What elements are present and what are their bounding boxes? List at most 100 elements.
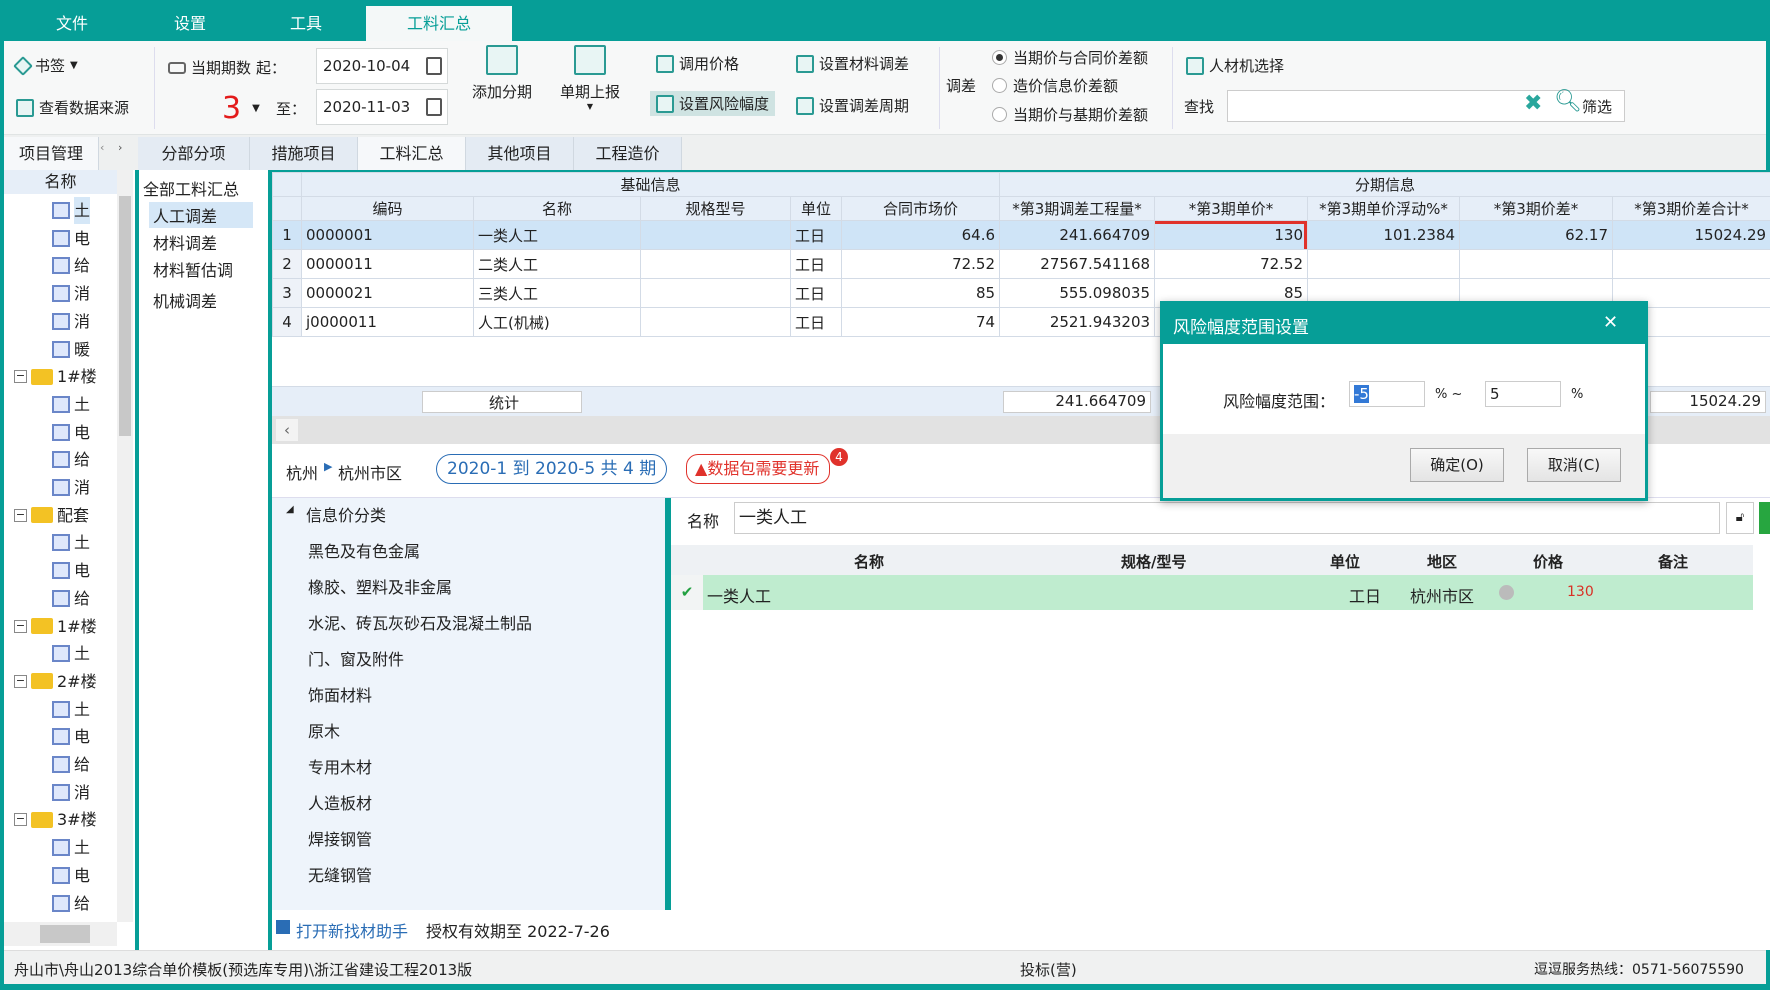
calendar-icon[interactable] — [426, 98, 442, 116]
tree-item[interactable]: 电 — [52, 723, 90, 750]
tree-item[interactable]: 电 — [52, 557, 90, 584]
search-icon[interactable]: 🔍︎ — [1554, 89, 1582, 114]
table-cell[interactable]: 74 — [840, 307, 1001, 337]
tree-item[interactable]: 消 — [52, 308, 90, 335]
tree-vertical-scrollbar[interactable] — [117, 170, 133, 922]
table-cell[interactable]: 工日 — [790, 220, 842, 250]
city-link[interactable]: 杭州市区 — [338, 460, 402, 484]
table-cell[interactable]: 3 — [272, 278, 302, 308]
menu-tab-tools[interactable]: 工具 — [246, 6, 366, 41]
end-date-input[interactable]: 2020-11-03 — [316, 89, 448, 125]
tree-item[interactable]: 电 — [52, 225, 90, 252]
price-row[interactable]: ✔ 一类人工 工日 杭州市区 130 — [671, 575, 1753, 610]
scroll-left-icon[interactable]: ‹ — [276, 419, 298, 441]
tree-item[interactable]: 土 — [52, 834, 90, 861]
tree-item[interactable]: 土 — [52, 696, 90, 723]
table-cell[interactable]: 241.664709 — [999, 220, 1156, 250]
category-item[interactable]: 门、窗及附件 — [308, 646, 404, 670]
collapse-icon[interactable]: − — [14, 508, 27, 522]
category-item[interactable]: 专用木材 — [308, 754, 372, 778]
tree-horizontal-scrollbar[interactable] — [4, 922, 117, 946]
tree-item[interactable]: 土 — [52, 640, 90, 667]
table-cell[interactable]: 一类人工 — [473, 220, 641, 250]
chevron-left-icon[interactable]: ‹ — [100, 141, 104, 154]
tree-folder[interactable]: − 2#楼 — [14, 668, 97, 695]
set-material-adjust-button[interactable]: 设置材料调差 — [796, 53, 909, 74]
table-cell[interactable]: 三类人工 — [473, 278, 641, 308]
view-data-source-button[interactable]: 查看数据来源 — [16, 97, 129, 118]
set-risk-range-button[interactable]: 设置风险幅度 — [650, 91, 776, 116]
table-cell[interactable] — [640, 278, 791, 308]
column-header[interactable]: *第3期价差合计* — [1612, 196, 1770, 221]
name-input[interactable]: 一类人工 — [734, 502, 1720, 534]
category-root[interactable]: 信息价分类 — [306, 502, 386, 526]
bookmark-button[interactable]: 书签 ▼ — [13, 55, 78, 76]
menu-tab-material-summary[interactable]: 工料汇总 — [366, 6, 512, 41]
table-cell[interactable]: 工日 — [790, 278, 842, 308]
tree-item[interactable]: 给 — [52, 446, 90, 473]
column-header[interactable]: *第3期单价* — [1154, 196, 1309, 221]
tree-folder[interactable]: − 3#楼 — [14, 806, 97, 833]
tree-item[interactable]: 电 — [52, 862, 90, 889]
category-item[interactable]: 水泥、砖瓦灰砂石及混凝土制品 — [308, 610, 532, 634]
tree-item[interactable]: 土 — [52, 529, 90, 556]
summary-item[interactable]: 机械调差 — [149, 287, 253, 313]
tree-folder[interactable]: − 1#楼 — [14, 613, 97, 640]
table-cell[interactable]: 64.6 — [840, 220, 1001, 250]
table-cell[interactable]: 72.52 — [1154, 249, 1309, 279]
period-select[interactable]: 3 ▼ — [222, 91, 260, 126]
collapse-icon[interactable]: − — [14, 674, 27, 688]
summary-item[interactable]: 材料调差 — [149, 229, 253, 255]
single-report-button[interactable]: 单期上报 ▼ — [560, 45, 620, 111]
update-warning-button[interactable]: ▲数据包需要更新 — [686, 454, 831, 484]
category-item[interactable]: 原木 — [308, 718, 340, 742]
chevron-right-icon[interactable]: › — [118, 141, 122, 154]
tree-item[interactable]: 电 — [52, 419, 90, 446]
category-item[interactable]: 黑色及有色金属 — [308, 538, 420, 562]
table-row[interactable]: 1 0000001 一类人工 工日 64.6 241.664709 130 101.2384 6… — [272, 220, 1770, 250]
tree-item[interactable]: 土 — [52, 197, 91, 224]
table-cell[interactable]: 555.098035 — [999, 278, 1156, 308]
tree-item[interactable]: 土 — [52, 391, 90, 418]
category-item[interactable]: 人造板材 — [308, 790, 372, 814]
lock-icon[interactable]: 🔓︎ — [1726, 502, 1754, 534]
tree-item[interactable]: 给 — [52, 890, 90, 917]
table-cell[interactable]: 15024.29 — [1612, 220, 1770, 250]
table-cell[interactable]: 4 — [272, 307, 302, 337]
table-cell[interactable] — [1612, 249, 1770, 279]
table-cell[interactable]: 27567.541168 — [999, 249, 1156, 279]
cancel-button[interactable]: 取消(C) — [1527, 448, 1621, 482]
open-helper-link[interactable]: 打开新找材助手 — [296, 918, 408, 942]
tree-folder[interactable]: − 配套 — [14, 502, 89, 529]
tree-item[interactable]: 消 — [52, 474, 90, 501]
tree-item[interactable]: 给 — [52, 751, 90, 778]
table-cell[interactable]: 0000001 — [301, 220, 474, 250]
radio-contract-diff[interactable]: 当期价与合同价差额 — [992, 47, 1148, 68]
table-cell[interactable]: 0000011 — [301, 249, 474, 279]
tab-other-items[interactable]: 其他项目 — [466, 137, 574, 170]
collapse-triangle-icon[interactable]: ◢ — [286, 504, 294, 515]
radio-base-diff[interactable]: 当期价与基期价差额 — [992, 104, 1148, 125]
category-item[interactable]: 橡胶、塑料及非金属 — [308, 574, 452, 598]
clear-icon[interactable]: ✖ — [1524, 91, 1542, 116]
column-header[interactable]: 单位 — [790, 196, 842, 221]
add-period-button[interactable]: 添加分期 — [472, 45, 532, 102]
table-cell[interactable]: 130 — [1154, 220, 1309, 250]
radio-info-price-diff[interactable]: 造价信息价差额 — [992, 75, 1118, 96]
table-cell[interactable]: 二类人工 — [473, 249, 641, 279]
collapse-icon[interactable]: − — [14, 370, 27, 384]
table-cell[interactable]: 工日 — [790, 307, 842, 337]
collapse-icon[interactable]: − — [14, 813, 27, 827]
column-header[interactable]: *第3期单价浮动%* — [1307, 196, 1461, 221]
table-cell[interactable] — [640, 220, 791, 250]
column-header[interactable]: 名称 — [473, 196, 641, 221]
table-cell[interactable]: 85 — [840, 278, 1001, 308]
tree-item[interactable]: 消 — [52, 779, 90, 806]
summary-item[interactable]: 材料暂估调 — [149, 256, 253, 282]
ok-button[interactable]: 确定(O) — [1410, 448, 1504, 482]
province-link[interactable]: 杭州 — [286, 460, 318, 484]
use-price-button[interactable]: 调用价格 — [656, 53, 739, 74]
tab-project-cost[interactable]: 工程造价 — [574, 137, 682, 170]
tree-item[interactable]: 消 — [52, 280, 90, 307]
tree-item[interactable]: 给 — [52, 252, 90, 279]
